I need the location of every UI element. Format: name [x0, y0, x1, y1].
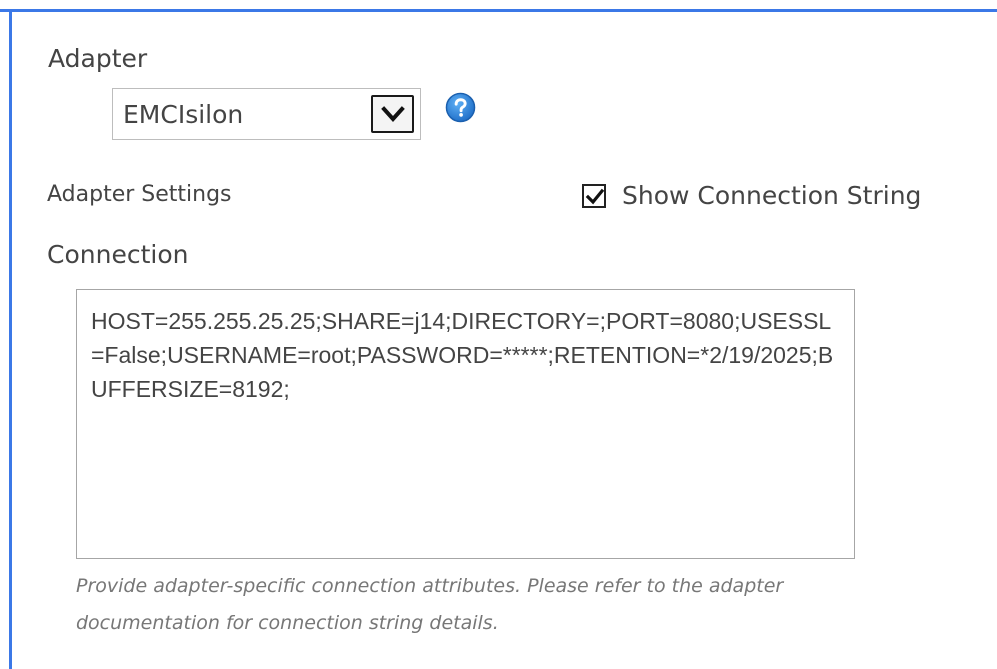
panel-border-left: [9, 9, 12, 669]
panel-border-top: [0, 9, 997, 12]
connection-help-text: Provide adapter-specific connection attr…: [76, 575, 784, 634]
checkmark-icon: [585, 188, 605, 205]
connection-string-textarea[interactable]: HOST=255.255.25.25;SHARE=j14;DIRECTORY=;…: [76, 289, 855, 559]
question-circle-icon[interactable]: [445, 92, 476, 123]
show-connection-string-checkbox[interactable]: [582, 184, 606, 208]
adapter-settings-label: Adapter Settings: [47, 182, 232, 207]
show-connection-string-label: Show Connection String: [622, 181, 922, 210]
adapter-label: Adapter: [48, 44, 148, 73]
adapter-dropdown-value: EMCIsilon: [123, 100, 244, 129]
chevron-down-icon: [381, 106, 405, 122]
adapter-config-panel: Adapter EMCIsilon Adapter Settings Show …: [0, 0, 997, 669]
connection-label: Connection: [47, 240, 189, 269]
adapter-dropdown[interactable]: EMCIsilon: [112, 88, 421, 140]
dropdown-toggle-button[interactable]: [371, 95, 414, 133]
